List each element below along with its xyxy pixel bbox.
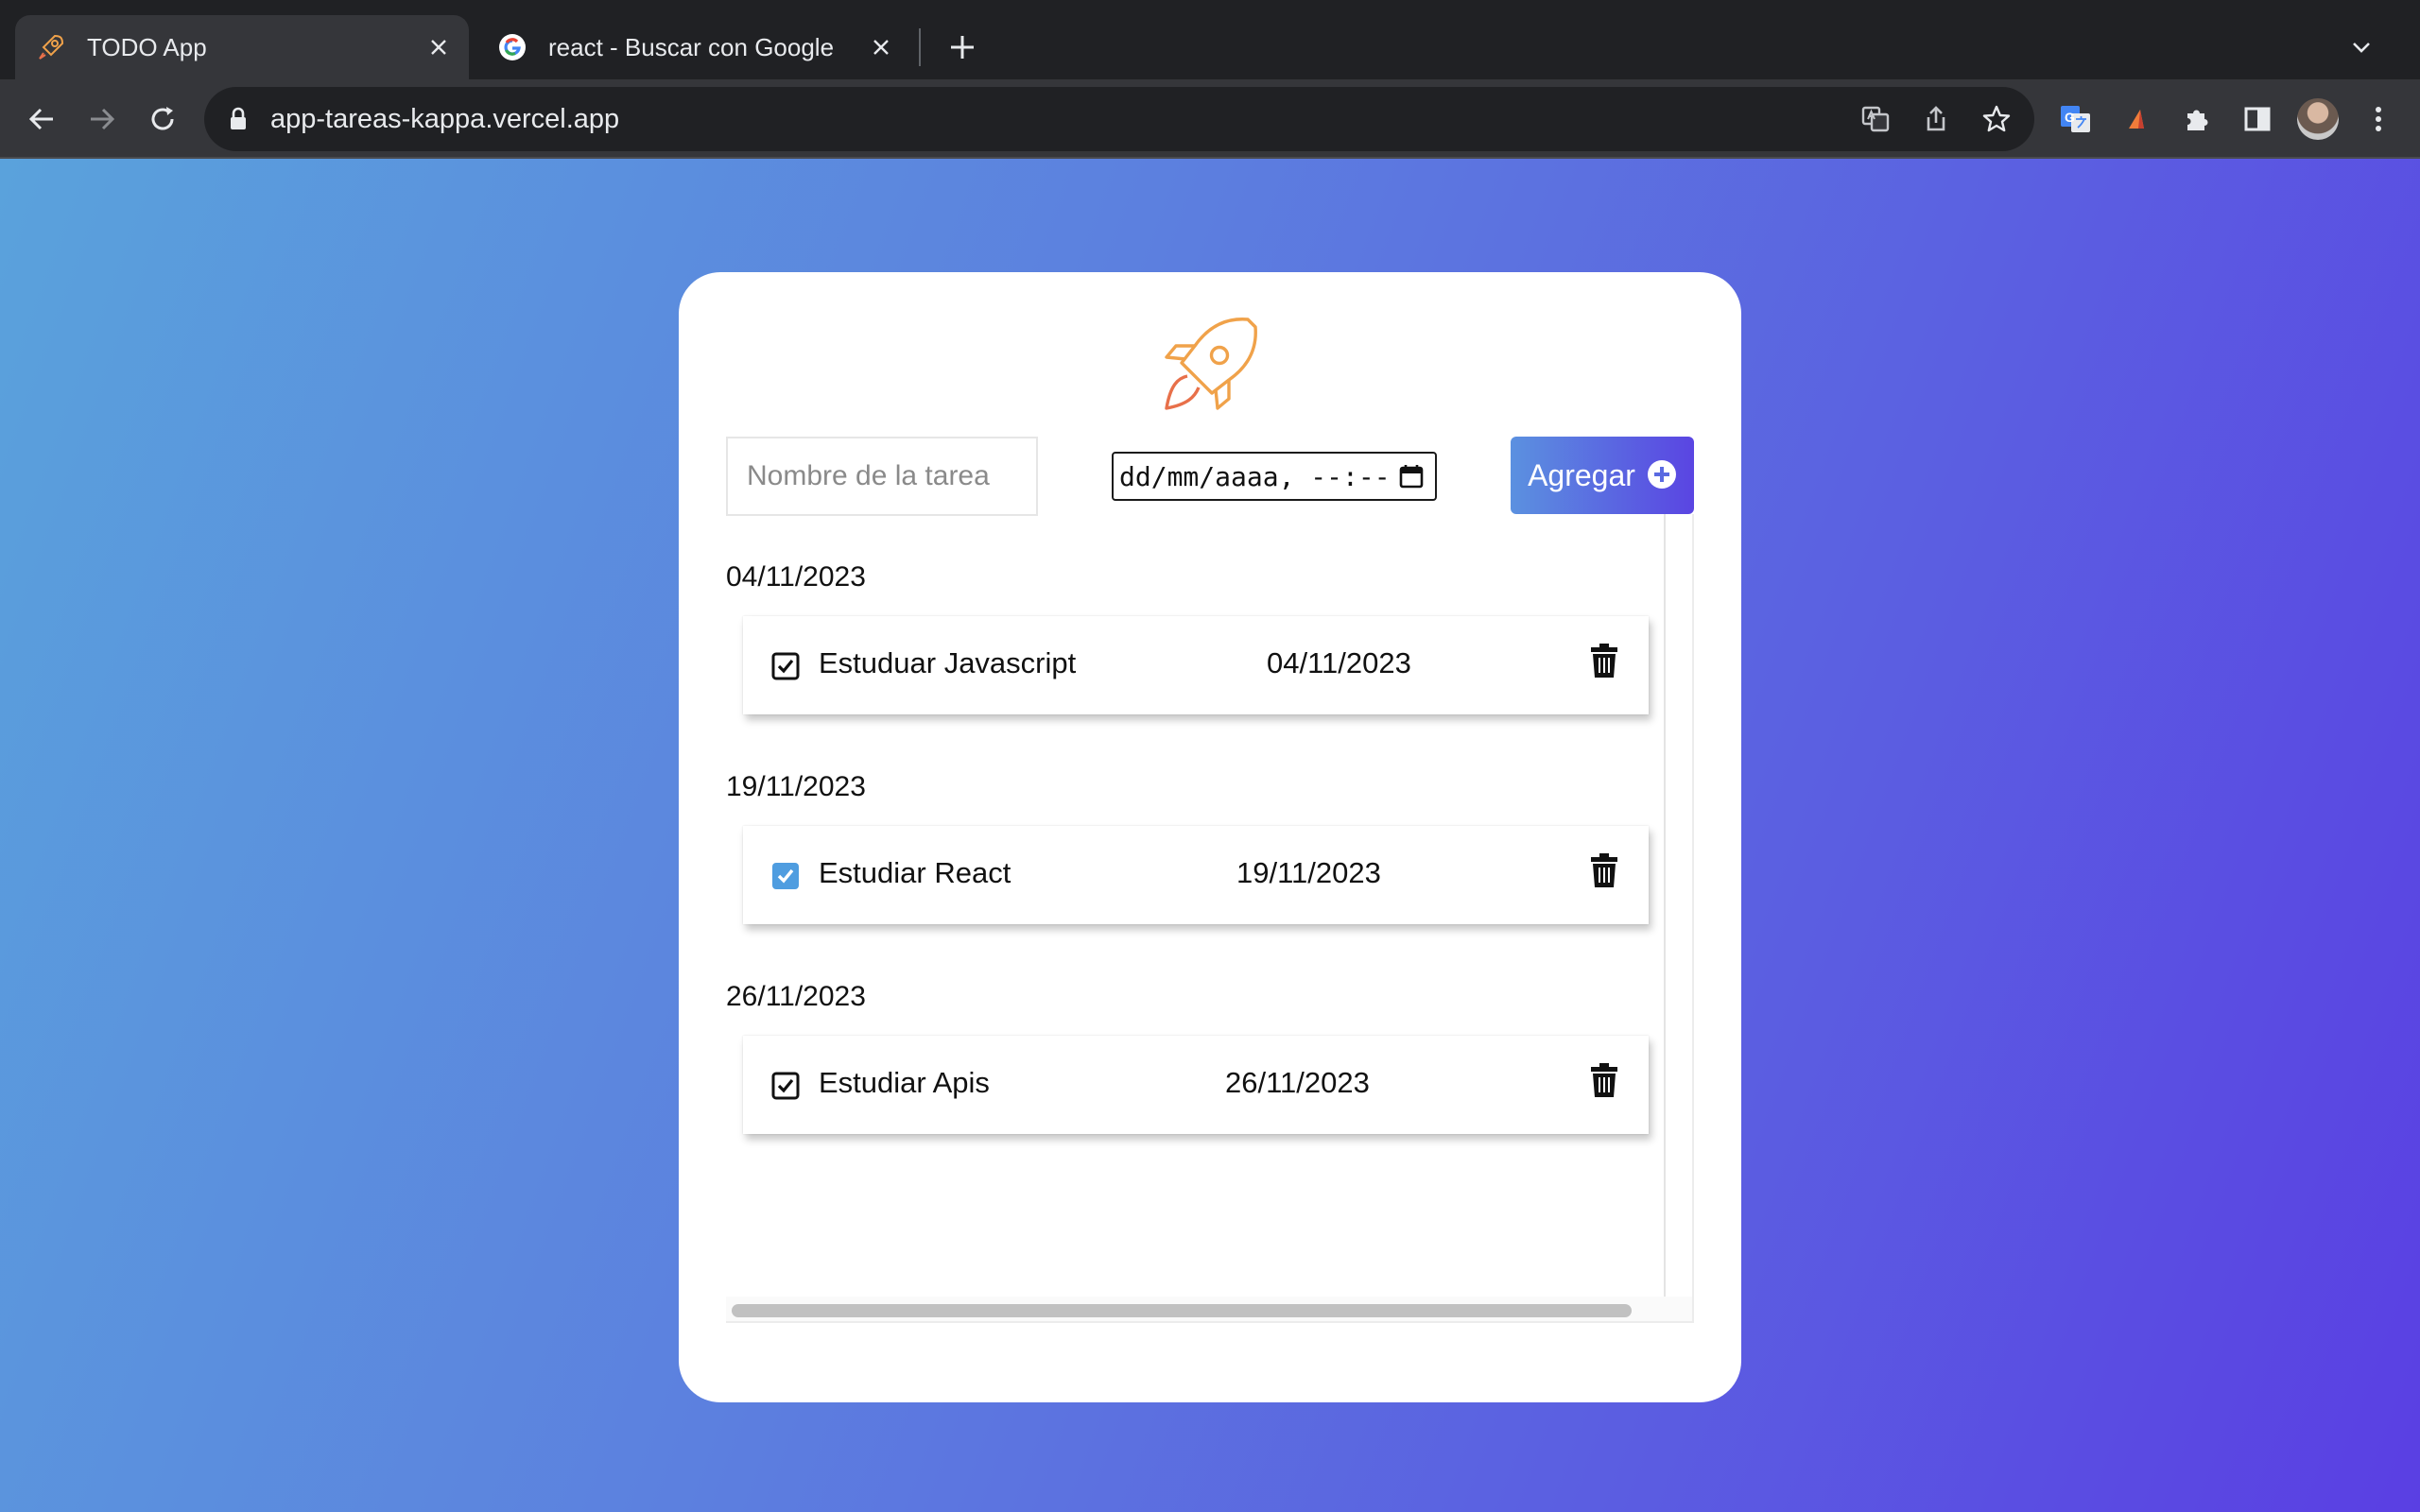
- horizontal-scrollbar[interactable]: [726, 1297, 1692, 1321]
- trash-icon[interactable]: [1590, 643, 1618, 679]
- task-name-input[interactable]: [726, 437, 1038, 516]
- tab-title: react - Buscar con Google: [548, 32, 835, 61]
- task-list[interactable]: 04/11/2023 Estuduar Javascript 04/11/202…: [726, 514, 1694, 1323]
- plus-circle-icon: [1647, 459, 1677, 492]
- avatar[interactable]: [2297, 98, 2339, 140]
- group-date-heading: 19/11/2023: [726, 771, 866, 802]
- task-name: Estudiar React: [819, 856, 1011, 889]
- task-date: 19/11/2023: [1236, 856, 1381, 889]
- task-item: Estuduar Javascript 04/11/2023: [743, 616, 1649, 714]
- close-icon[interactable]: [420, 28, 458, 66]
- calendar-icon[interactable]: [1397, 462, 1426, 490]
- task-name: Estuduar Javascript: [819, 646, 1077, 679]
- page-viewport: dd/mm/aaaa, --:-- Agregar 04/11/2023 Est…: [0, 159, 2420, 1512]
- date-time-input[interactable]: dd/mm/aaaa, --:--: [1112, 452, 1437, 501]
- forward-icon[interactable]: [79, 96, 125, 142]
- date-time-value: dd/mm/aaaa, --:--: [1119, 460, 1391, 492]
- add-task-button[interactable]: Agregar: [1511, 437, 1694, 514]
- trash-icon[interactable]: [1590, 1062, 1618, 1098]
- google-icon: [497, 32, 527, 62]
- task-date: 04/11/2023: [1267, 646, 1411, 679]
- close-icon[interactable]: [862, 28, 900, 66]
- todo-card: dd/mm/aaaa, --:-- Agregar 04/11/2023 Est…: [679, 272, 1741, 1402]
- task-name: Estudiar Apis: [819, 1066, 990, 1099]
- url-text[interactable]: app-tareas-kappa.vercel.app: [270, 104, 1853, 135]
- tab-separator: [919, 28, 921, 66]
- trash-icon[interactable]: [1590, 852, 1618, 888]
- rocket-icon: [1165, 318, 1257, 410]
- tab-strip: TODO App react - Buscar con Google: [0, 0, 2420, 79]
- task-checkbox[interactable]: [771, 652, 800, 680]
- back-icon[interactable]: [19, 96, 64, 142]
- reload-icon[interactable]: [140, 96, 185, 142]
- translate-icon[interactable]: [1853, 96, 1898, 142]
- tab-title: TODO App: [87, 32, 207, 61]
- task-checkbox[interactable]: [771, 1072, 800, 1100]
- side-panel-icon[interactable]: [2235, 96, 2280, 142]
- tab-todo-app[interactable]: TODO App: [15, 15, 469, 79]
- scrollbar-thumb[interactable]: [732, 1304, 1632, 1317]
- group-date-heading: 04/11/2023: [726, 561, 866, 593]
- rocket-icon: [36, 32, 66, 62]
- browser-toolbar: app-tareas-kappa.vercel.app G: [0, 79, 2420, 159]
- lock-icon[interactable]: [227, 106, 250, 132]
- chevron-down-icon[interactable]: [2341, 26, 2382, 68]
- google-translate-extension-icon[interactable]: G: [2053, 96, 2099, 142]
- task-checkbox[interactable]: [771, 862, 800, 890]
- add-button-label: Agregar: [1528, 457, 1635, 492]
- extension-icon[interactable]: [2114, 96, 2159, 142]
- task-item: Estudiar React 19/11/2023: [743, 826, 1649, 924]
- puzzle-icon[interactable]: [2174, 96, 2220, 142]
- task-date: 26/11/2023: [1225, 1066, 1370, 1099]
- address-bar[interactable]: app-tareas-kappa.vercel.app: [204, 87, 2034, 151]
- group-date-heading: 26/11/2023: [726, 981, 866, 1012]
- svg-text:G: G: [2065, 110, 2075, 125]
- bookmark-star-icon[interactable]: [1974, 96, 2019, 142]
- share-icon[interactable]: [1913, 96, 1959, 142]
- task-list-content: 04/11/2023 Estuduar Javascript 04/11/202…: [726, 514, 1666, 1297]
- tab-google-search[interactable]: react - Buscar con Google: [476, 15, 911, 79]
- task-item: Estudiar Apis 26/11/2023: [743, 1036, 1649, 1134]
- new-tab-plus-icon[interactable]: [942, 26, 983, 68]
- kebab-menu-icon[interactable]: [2356, 96, 2401, 142]
